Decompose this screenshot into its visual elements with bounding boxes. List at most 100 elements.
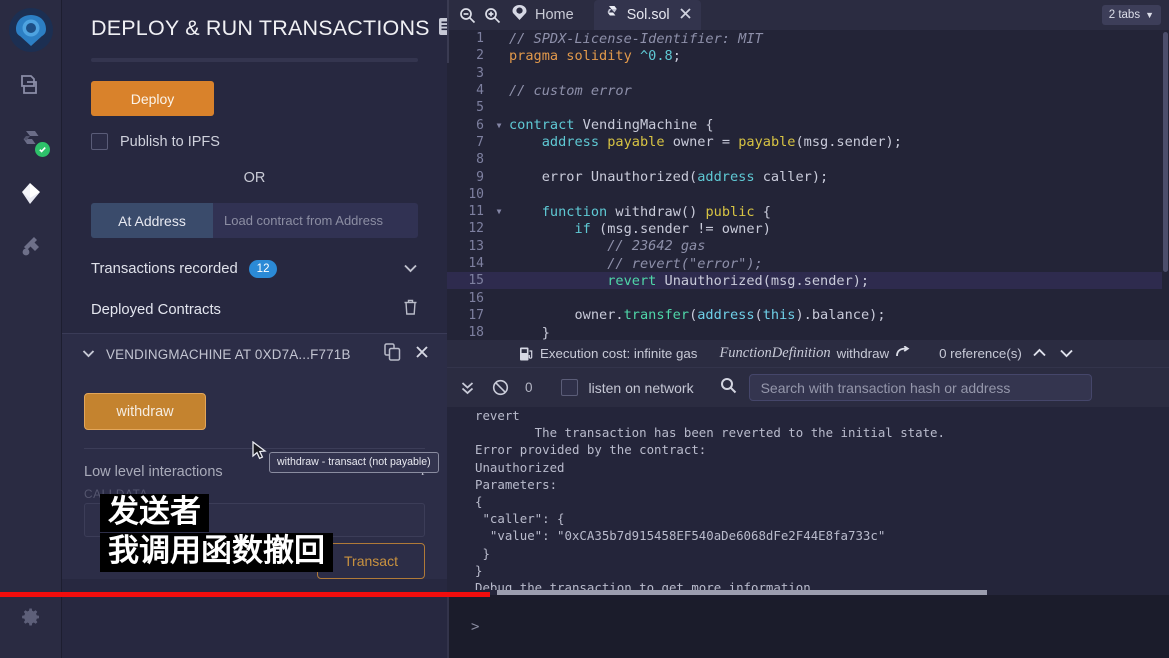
code-line: 6 ▼ contract VendingMachine { — [447, 116, 1169, 133]
terminal-log-line: Parameters: — [475, 476, 558, 492]
code-text: // revert("error"); — [509, 255, 763, 272]
editor-scrollbar-thumb[interactable] — [1163, 32, 1168, 272]
trash-icon[interactable] — [403, 299, 418, 321]
compiler-success-badge — [34, 142, 50, 157]
transactions-recorded-count: 12 — [248, 260, 278, 279]
terminal-log-line: The transaction has been reverted to the… — [475, 425, 945, 441]
terminal-log-line: { — [475, 493, 483, 509]
mouse-cursor-icon — [251, 440, 269, 466]
code-line: 8 — [447, 151, 1169, 168]
panel-header: DEPLOY & RUN TRANSACTIONS — [62, 0, 447, 41]
code-fold-toggle[interactable]: ▼ — [493, 121, 505, 130]
execution-cost-segment[interactable]: Execution cost: infinite gas — [519, 346, 697, 362]
icon-rail — [0, 0, 62, 658]
code-text: revert Unauthorized(msg.sender); — [607, 272, 870, 289]
publish-ipfs-row: Publish to IPFS — [91, 133, 418, 150]
code-text: contract VendingMachine { — [509, 117, 714, 134]
code-line: 4 // custom error — [447, 82, 1169, 99]
copy-icon[interactable] — [384, 343, 401, 366]
search-icon[interactable] — [720, 377, 737, 399]
code-line: 7 address payable owner = payable(msg.se… — [447, 134, 1169, 151]
transactions-recorded-row[interactable]: Transactions recorded 12 — [91, 260, 418, 279]
code-line: 11 ▼ function withdraw() public { — [447, 203, 1169, 220]
pending-transactions-count: 0 — [525, 380, 533, 395]
sidebar-item-solidity-compiler[interactable] — [8, 116, 54, 162]
code-text: function withdraw() public { — [541, 203, 771, 220]
code-text: // SPDX-License-Identifier: MIT — [509, 30, 763, 47]
deployed-contracts-label: Deployed Contracts — [91, 302, 221, 319]
zoom-out-icon[interactable] — [459, 7, 476, 24]
terminal-hscrollbar-thumb[interactable] — [497, 590, 987, 595]
function-definition-segment[interactable]: FunctionDefinition withdraw — [719, 345, 911, 362]
sidebar-item-deploy-and-run[interactable] — [8, 170, 54, 216]
publish-ipfs-label: Publish to IPFS — [120, 133, 220, 150]
chevron-down-icon[interactable] — [403, 260, 418, 278]
code-text: // 23642 gas — [509, 238, 706, 255]
function-definition-label: FunctionDefinition — [719, 345, 831, 361]
deploy-run-panel: DEPLOY & RUN TRANSACTIONS Deploy Publish… — [62, 0, 447, 658]
settings-gear-icon[interactable] — [8, 594, 54, 640]
document-icon[interactable] — [438, 17, 447, 41]
deploy-button[interactable]: Deploy — [91, 81, 214, 116]
listen-on-network-checkbox[interactable] — [560, 379, 578, 396]
code-text: error Unauthorized(address caller); — [509, 169, 829, 186]
chevron-down-icon[interactable] — [1059, 345, 1074, 363]
code-lines: 1 // SPDX-License-Identifier: MIT 2 pragma … — [447, 30, 1169, 340]
transactions-recorded-label: Transactions recorded — [91, 261, 238, 278]
code-fold-toggle[interactable]: ▼ — [493, 207, 505, 216]
line-number: 12 — [468, 221, 484, 237]
chevron-up-icon[interactable] — [1032, 345, 1047, 363]
arrow-forward-icon[interactable] — [896, 345, 911, 361]
terminal-log-line: revert — [475, 408, 520, 423]
terminal-prompt-rule — [447, 0, 449, 63]
sidebar-item-file-explorer[interactable] — [8, 62, 54, 108]
tab-home[interactable]: Home — [511, 4, 574, 27]
code-editor[interactable]: 1 // SPDX-License-Identifier: MIT 2 pragma … — [447, 30, 1169, 340]
terminal-log-line: } — [475, 562, 483, 578]
remix-ide-window: DEPLOY & RUN TRANSACTIONS Deploy Publish… — [0, 0, 1169, 658]
panel-body: Deploy Publish to IPFS OR At Address Tra… — [62, 62, 447, 321]
terminal-log-line: "value": "0xCA35b7d915458EF540aDe6068dFe… — [475, 528, 886, 544]
at-address-input[interactable] — [213, 203, 418, 238]
at-address-button[interactable]: At Address — [91, 203, 213, 238]
line-number: 5 — [476, 100, 484, 116]
double-chevron-down-icon[interactable] — [460, 380, 475, 396]
editor-area: Home Sol.sol 2 tabs ▼ 1 // SPDX-License-… — [447, 0, 1169, 658]
terminal-prompt[interactable]: > — [447, 0, 1169, 658]
terminal-log-lines: revert The transaction has been reverted… — [475, 407, 1169, 595]
close-icon[interactable] — [415, 345, 429, 364]
editor-scrollbar-track[interactable] — [1162, 30, 1169, 340]
terminal-hscrollbar-track[interactable] — [447, 590, 1169, 595]
code-text: if (msg.sender != owner) — [574, 220, 771, 237]
sidebar-item-plugin-manager[interactable] — [8, 224, 54, 270]
terminal-log[interactable]: revert The transaction has been reverted… — [447, 407, 1169, 595]
remix-logo — [7, 6, 55, 54]
ban-clear-icon[interactable] — [492, 379, 509, 396]
solidity-file-icon — [605, 5, 620, 26]
close-icon[interactable] — [679, 7, 692, 24]
withdraw-function-button[interactable]: withdraw — [84, 393, 206, 431]
tab-sol-label: Sol.sol — [626, 7, 670, 23]
transact-button[interactable]: Transact — [317, 543, 425, 580]
chevron-down-icon[interactable] — [82, 345, 95, 363]
terminal-prompt-caret: > — [471, 618, 480, 635]
at-address-row: At Address — [91, 203, 418, 238]
overlay-text-line2: 我调用函数撤回 — [100, 533, 333, 572]
tabs-count-dropdown[interactable]: 2 tabs ▼ — [1101, 5, 1161, 25]
contract-card-header[interactable]: VENDINGMACHINE AT 0XD7A...F771B — [62, 334, 447, 374]
references-segment[interactable]: 0 reference(s) — [939, 346, 1022, 361]
zoom-in-icon[interactable] — [484, 7, 501, 24]
page-title: DEPLOY & RUN TRANSACTIONS — [91, 16, 430, 40]
line-number: 11 — [468, 204, 484, 220]
code-text: } — [509, 324, 550, 340]
terminal-search-input[interactable] — [748, 374, 1092, 401]
line-number: 1 — [476, 31, 484, 47]
line-number: 16 — [468, 290, 484, 306]
tab-sol-sol[interactable]: Sol.sol — [593, 0, 701, 30]
execution-cost-label: Execution cost: infinite gas — [540, 346, 698, 361]
deployed-contracts-row: Deployed Contracts — [91, 299, 418, 321]
or-separator: OR — [243, 170, 266, 186]
tab-home-label: Home — [535, 7, 574, 23]
terminal-log-line: Unauthorized — [475, 459, 565, 475]
publish-ipfs-checkbox[interactable] — [91, 133, 108, 150]
